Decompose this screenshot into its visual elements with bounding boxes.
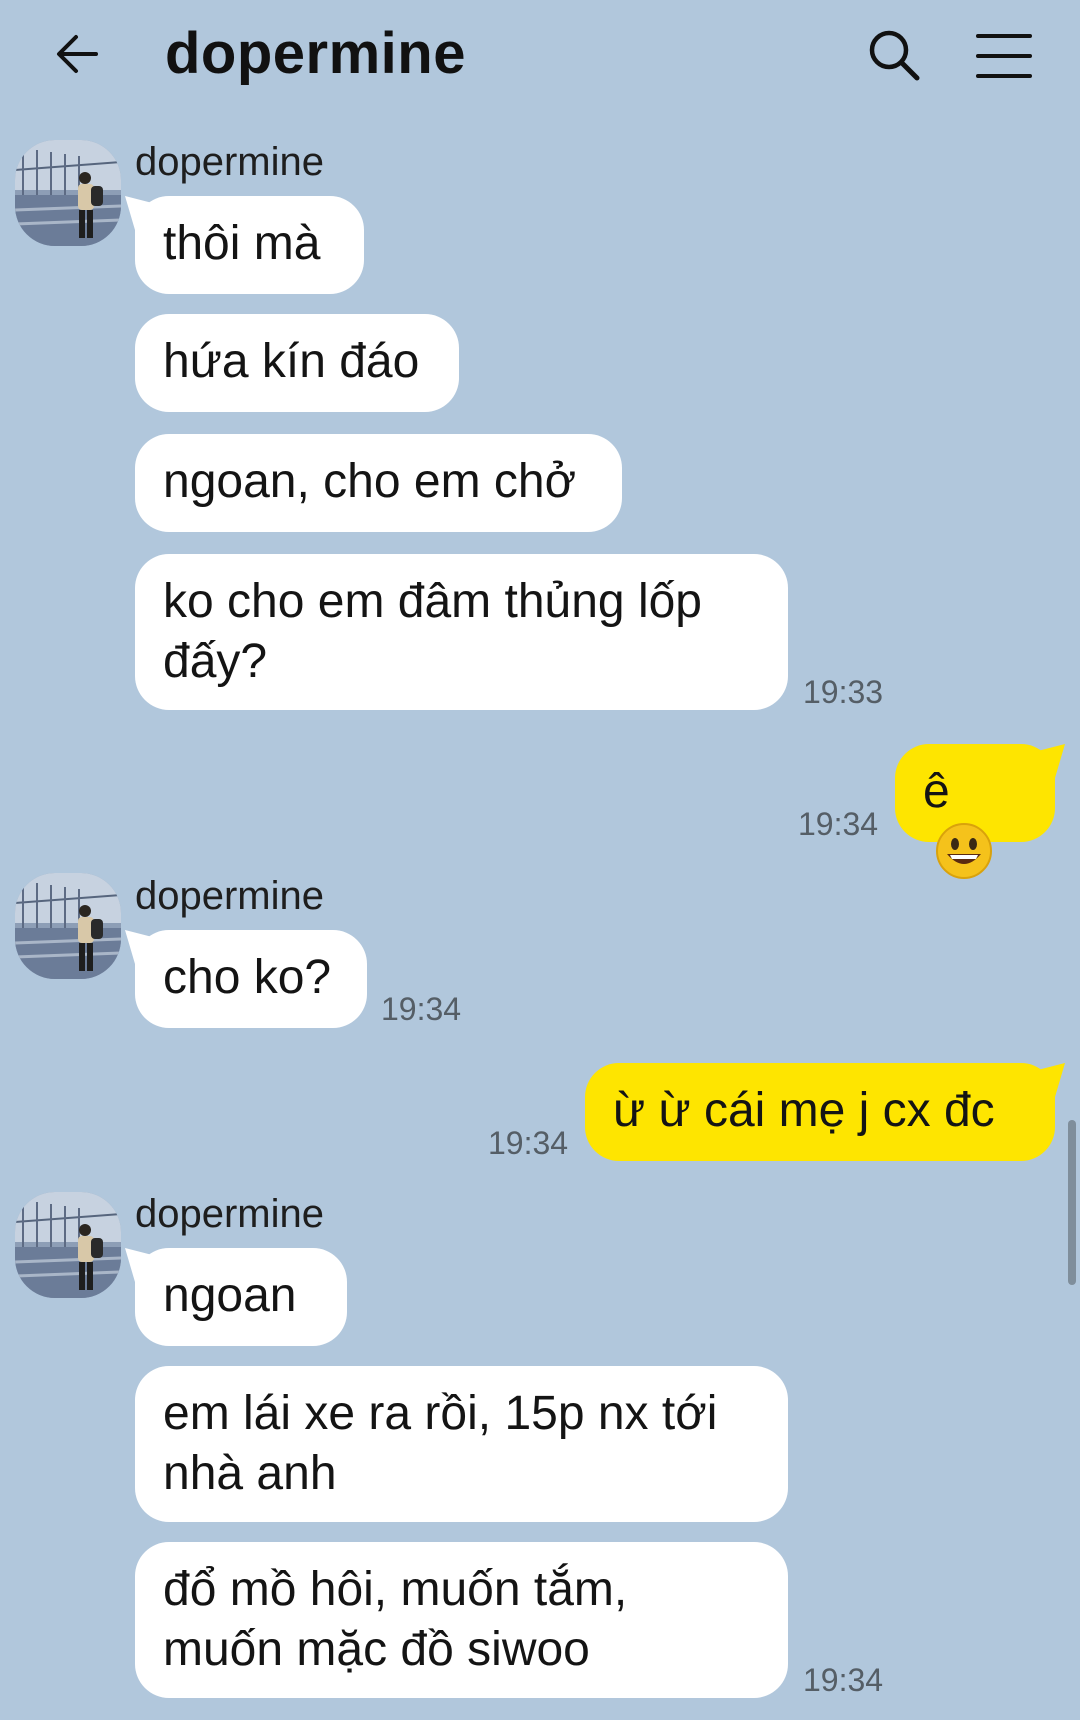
message-text: ko cho em đâm thủng lốp đấy? bbox=[163, 575, 702, 688]
search-icon bbox=[869, 30, 920, 81]
incoming-message-bubble[interactable]: thôi mà bbox=[135, 196, 364, 294]
search-button[interactable] bbox=[865, 26, 925, 86]
chat-title: dopermine bbox=[165, 21, 466, 86]
hamburger-menu-icon bbox=[976, 34, 1032, 78]
message-text: ừ ừ cái mẹ j cx đc bbox=[613, 1084, 995, 1137]
message-timestamp: 19:33 bbox=[803, 674, 884, 710]
arrow-left-icon bbox=[57, 35, 98, 73]
avatar[interactable] bbox=[15, 140, 121, 246]
incoming-message-bubble[interactable]: đổ mồ hôi, muốn tắm, muốn mặc đồ siwoo bbox=[135, 1542, 788, 1698]
avatar[interactable] bbox=[15, 1192, 121, 1298]
avatar[interactable] bbox=[15, 873, 121, 979]
message-text: đổ mồ hôi, muốn tắm, muốn mặc đồ siwoo bbox=[163, 1563, 628, 1676]
message-timestamp: 19:34 bbox=[488, 1125, 569, 1161]
sender-name: dopermine bbox=[135, 874, 325, 918]
message-timestamp: 19:34 bbox=[803, 1662, 884, 1698]
chat-header: dopermine bbox=[0, 0, 1080, 115]
menu-button[interactable] bbox=[975, 28, 1033, 84]
message-timestamp: 19:34 bbox=[381, 991, 462, 1027]
message-text: cho ko? bbox=[163, 951, 332, 1004]
sender-name: dopermine bbox=[135, 140, 325, 184]
message-text: hứa kín đáo bbox=[163, 335, 420, 388]
incoming-message-bubble[interactable]: cho ko? bbox=[135, 930, 367, 1028]
outgoing-message-bubble[interactable]: ê bbox=[895, 744, 1055, 880]
outgoing-message-bubble[interactable]: ừ ừ cái mẹ j cx đc bbox=[585, 1063, 1055, 1161]
incoming-message-bubble[interactable]: hứa kín đáo bbox=[135, 314, 459, 412]
grinning-face-emoji bbox=[936, 823, 992, 880]
incoming-message-bubble[interactable]: ngoan bbox=[135, 1248, 347, 1346]
sender-name: dopermine bbox=[135, 1192, 325, 1236]
scrollbar[interactable] bbox=[1068, 1120, 1076, 1285]
message-text: em lái xe ra rồi, 15p nx tới nhà anh bbox=[163, 1387, 718, 1500]
incoming-message-bubble[interactable]: ko cho em đâm thủng lốp đấy? bbox=[135, 554, 788, 710]
message-text: ngoan, cho em chở bbox=[163, 455, 577, 508]
message-text: ngoan bbox=[163, 1269, 297, 1322]
message-text: ê bbox=[923, 765, 950, 818]
back-button[interactable] bbox=[50, 26, 106, 82]
incoming-message-bubble[interactable]: ngoan, cho em chở bbox=[135, 434, 622, 532]
message-timestamp: 19:34 bbox=[798, 806, 879, 842]
message-text: thôi mà bbox=[163, 217, 321, 270]
incoming-message-bubble[interactable]: em lái xe ra rồi, 15p nx tới nhà anh bbox=[135, 1366, 788, 1522]
